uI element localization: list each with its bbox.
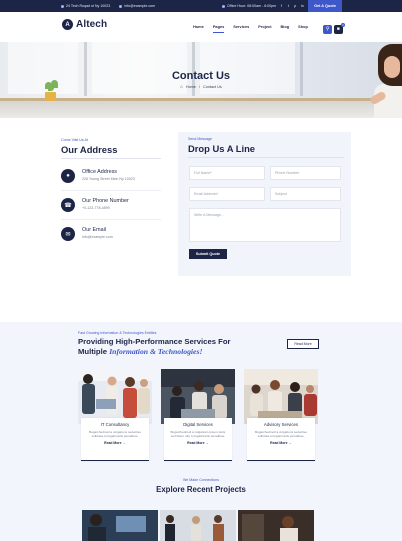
search-icon[interactable]: ⚲ [323,25,332,34]
location-icon [61,4,64,8]
service-card-desc: Bogarchedmoll a vulgarions seductive sul… [88,430,142,439]
nav-shop[interactable]: Shop [298,24,308,33]
email-field[interactable]: Email Address* [189,187,265,201]
service-card-link[interactable]: Read More → [164,441,232,445]
page-banner: Contact Us ⌂ Home / Contact Us [0,42,402,118]
plant-pot [45,92,56,101]
address-item-value[interactable]: info@example.com [82,235,113,239]
email-icon: ✉ [61,227,75,241]
mail-icon [119,4,123,8]
services-kicker: Fast Growing Information & Technologies … [78,331,157,335]
nav-services[interactable]: Services [233,24,249,33]
address-item-value: 226 Young Street Mein Ny 10023 [82,177,135,181]
cart-count-badge: 0 [341,23,345,27]
service-card-title: Advisory Services [263,422,299,427]
services-title: Providing High-Performance Services For … [78,337,268,357]
service-card-image [161,369,235,424]
twitter-icon[interactable]: t [286,4,290,8]
phone-icon: ☎ [61,198,75,212]
top-bar-contact: 24 Tech Roqad st Ny 10023 info@example.c… [61,0,155,12]
facebook-icon[interactable]: f [279,4,283,8]
service-card-it-consultancy[interactable]: IT Consultancy Bogarchedmoll a vulgarion… [78,369,152,461]
breadcrumb-home[interactable]: Home [186,85,196,89]
service-card-link[interactable]: Read More → [81,441,149,445]
form-kicker: Send Message [188,137,212,141]
services-section: Fast Growing Information & Technologies … [0,322,402,541]
service-card-body: IT Consultancy Bogarchedmoll a vulgarion… [81,418,149,461]
map-pin-icon: ● [61,169,75,183]
recent-title: Explore Recent Projects [156,485,246,494]
address-kicker: Come Visit Us At [61,138,88,142]
contact-form: Send Message Drop Us A Line Full Name* P… [178,132,351,276]
main-nav: Home Pages Services Project Blog Shop [193,24,308,33]
pinterest-icon[interactable]: p [293,4,297,8]
logo[interactable]: A Altech [62,19,107,30]
service-card-body: Advisory Services Bogarchedmoll a vulgar… [247,418,315,461]
office-hours-text: Office Hour: 08:00am - 6:00pm [227,4,277,8]
top-bar-email[interactable]: info@example.com [119,4,155,8]
full-name-field[interactable]: Full Name* [189,166,265,180]
read-more-button[interactable]: Read More [287,339,319,349]
cart-icon[interactable]: ■ 0 [334,23,345,34]
address-item-divider [61,190,161,191]
get-quote-button[interactable]: Get A Quote [308,0,342,12]
home-icon: ⌂ [180,84,183,89]
logo-mark: A [62,19,73,30]
address-item-label: Office Address [82,169,117,175]
services-title-line1: Providing High-Performance Services For [78,337,231,346]
project-image[interactable] [160,510,236,541]
top-bar-address-text: 24 Tech Roqad st Ny 10023 [66,4,111,8]
nav-pages[interactable]: Pages [212,24,225,33]
form-divider [188,157,344,158]
nav-project[interactable]: Project [258,24,271,33]
breadcrumb-current: Contact Us [203,84,222,89]
address-item-phone: ☎ Our Phone Number +0-123-778-4899 [61,198,165,222]
address-item-email: ✉ Our Email info@example.com [61,227,165,251]
address-item-label: Our Email [82,227,106,233]
service-card-title: IT Consultancy [100,422,130,427]
logo-text: Altech [76,19,108,30]
address-item-divider [61,219,161,220]
service-card-advisory-services[interactable]: Advisory Services Bogarchedmoll a vulgar… [244,369,318,461]
site-header: A Altech Home Pages Services Project Blo… [0,12,402,42]
service-card-desc: Bogarchedmoll a vulgarions seductive sul… [254,430,308,439]
address-divider [61,158,161,159]
office-hours: Office Hour: 08:00am - 6:00pm [222,4,276,8]
address-item-label: Our Phone Number [82,198,129,204]
service-card-body: Digital Services Bogarchedmoll a vulgari… [164,418,232,461]
page-title: Contact Us [171,70,231,82]
breadcrumb-separator: / [198,84,201,89]
submit-quote-button[interactable]: Submit Quote [189,249,227,259]
banner-desk-shadow [0,101,402,118]
service-card-digital-services[interactable]: Digital Services Bogarchedmoll a vulgari… [161,369,235,461]
subject-field[interactable]: Subject [270,187,341,201]
services-title-line2: Multiple [78,347,110,356]
address-item-value[interactable]: +0-123-778-4899 [82,206,110,210]
service-card-image [78,369,152,424]
top-bar-right: Office Hour: 08:00am - 6:00pm f t p in [222,0,304,12]
address-item-office: ● Office Address 226 Young Street Mein N… [61,169,165,193]
linkedin-icon[interactable]: in [300,4,304,8]
recent-kicker: We Make Connections [182,478,220,482]
nav-blog[interactable]: Blog [281,24,290,33]
breadcrumb: ⌂ Home / Contact Us [0,84,402,89]
top-bar-address: 24 Tech Roqad st Ny 10023 [61,4,110,8]
message-field[interactable]: Write A Message... [189,208,341,242]
form-title: Drop Us A Line [188,143,256,154]
service-card-image [244,369,318,424]
service-card-desc: Bogarchedmoll a vulgarions ipsum dolor s… [170,430,226,439]
top-bar: 24 Tech Roqad st Ny 10023 info@example.c… [0,0,402,12]
top-bar-email-text[interactable]: info@example.com [124,4,155,8]
phone-field[interactable]: Phone Number [270,166,341,180]
services-title-highlight: Information & Technologies! [109,347,203,356]
project-image[interactable] [82,510,158,541]
address-title: Our Address [61,144,118,155]
project-image[interactable] [238,510,314,541]
contact-page: 24 Tech Roqad st Ny 10023 info@example.c… [0,0,402,541]
service-card-link[interactable]: Read More → [247,441,315,445]
service-card-title: Digital Services [183,422,213,427]
clock-icon [222,4,225,8]
nav-home[interactable]: Home [193,24,204,33]
